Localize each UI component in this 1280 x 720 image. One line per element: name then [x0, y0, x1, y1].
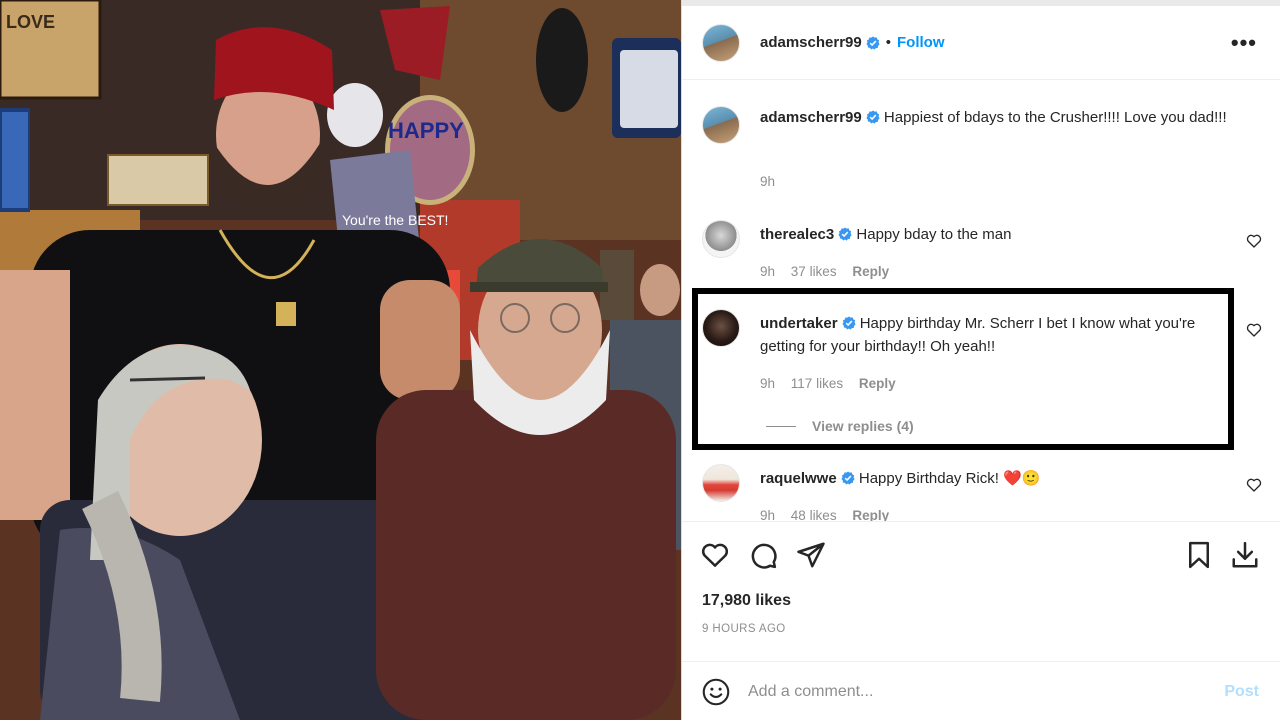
balloon-sign-text: You're the BEST!: [342, 212, 448, 228]
comment-item: undertaker Happy birthday Mr. Scherr I b…: [702, 309, 1262, 439]
comment-meta: 9h 48 likes Reply: [760, 508, 901, 522]
commenter-avatar[interactable]: [702, 220, 740, 258]
heart-icon[interactable]: [700, 540, 730, 570]
comment-item: raquelwwe Happy Birthday Rick! ❤️🙂 9h 48…: [702, 464, 1262, 522]
caption-avatar[interactable]: [702, 106, 740, 144]
verified-badge-icon: [866, 35, 880, 50]
photo-illustration: LOVE HAPPY You're the BEST!: [0, 0, 681, 720]
commenter-avatar[interactable]: [702, 309, 740, 347]
comments-list[interactable]: adamscherr99 Happiest of bdays to the Cr…: [682, 80, 1280, 522]
comment-meta: 9h 37 likes Reply: [760, 264, 901, 279]
likes-count[interactable]: 17,980 likes: [702, 592, 791, 610]
post-panel: adamscherr99 • Follow ••• adamscherr99 H…: [681, 0, 1280, 720]
post-header: adamscherr99 • Follow •••: [682, 6, 1280, 80]
author-username[interactable]: adamscherr99: [760, 34, 862, 51]
caption-meta: 9h: [760, 174, 787, 189]
comment-body: raquelwwe Happy Birthday Rick! ❤️🙂: [760, 467, 1230, 490]
comment-username[interactable]: raquelwwe: [760, 470, 837, 487]
like-comment-heart-icon[interactable]: [1246, 322, 1262, 338]
comment-username[interactable]: therealec3: [760, 226, 834, 243]
comment-time: 9h: [760, 508, 776, 522]
commenter-avatar[interactable]: [702, 464, 740, 502]
comment-meta: 9h 117 likes Reply: [760, 376, 908, 391]
like-comment-heart-icon[interactable]: [1246, 477, 1262, 493]
verified-badge-icon: [866, 110, 880, 124]
comment-item: therealec3 Happy bday to the man 9h 37 l…: [702, 220, 1262, 290]
post-comment-button[interactable]: Post: [1224, 683, 1259, 701]
post-photo: LOVE HAPPY You're the BEST!: [0, 0, 681, 720]
separator-dot: •: [885, 34, 891, 51]
comment-body: therealec3 Happy bday to the man: [760, 223, 1230, 246]
author-avatar[interactable]: [702, 23, 740, 62]
comment-username[interactable]: undertaker: [760, 315, 838, 332]
reply-button[interactable]: Reply: [852, 264, 889, 279]
verified-badge-icon: [841, 316, 856, 330]
caption-body: adamscherr99 Happiest of bdays to the Cr…: [760, 106, 1230, 129]
post-time-ago: 9 HOURS AGO: [702, 623, 786, 635]
comment-text: Happy Birthday Rick!: [858, 470, 1004, 487]
reply-button[interactable]: Reply: [859, 376, 896, 391]
add-comment-bar: Post: [682, 661, 1280, 720]
comment-time: 9h: [760, 376, 776, 391]
comment-body: undertaker Happy birthday Mr. Scherr I b…: [760, 312, 1230, 358]
bar-sign-text: LOVE: [6, 12, 55, 32]
comment-bubble-icon[interactable]: [748, 540, 778, 570]
more-options-icon[interactable]: •••: [1231, 30, 1257, 56]
reply-button[interactable]: Reply: [852, 508, 889, 522]
view-replies-button[interactable]: View replies (4): [766, 418, 914, 434]
comment-likes[interactable]: 48 likes: [791, 508, 837, 522]
comment-likes[interactable]: 37 likes: [791, 264, 837, 279]
download-icon[interactable]: [1230, 540, 1260, 570]
bookmark-icon[interactable]: [1184, 540, 1214, 570]
like-comment-heart-icon[interactable]: [1246, 233, 1262, 249]
caption-username[interactable]: adamscherr99: [760, 109, 862, 126]
comment-time: 9h: [760, 264, 776, 279]
view-replies-label: View replies (4): [812, 418, 914, 434]
balloon-text: HAPPY: [388, 118, 464, 143]
paper-plane-icon[interactable]: [796, 540, 826, 570]
author-info: adamscherr99 • Follow: [760, 34, 945, 51]
verified-badge-icon: [841, 471, 855, 485]
post-actions: 17,980 likes 9 HOURS AGO: [682, 521, 1280, 661]
comment-text: Happy bday to the man: [856, 226, 1012, 243]
verified-badge-icon: [838, 227, 852, 241]
comment-likes[interactable]: 117 likes: [791, 376, 843, 391]
comment-emoji: ❤️🙂: [1003, 470, 1041, 487]
caption: adamscherr99 Happiest of bdays to the Cr…: [702, 106, 1262, 196]
smiley-icon[interactable]: [702, 678, 730, 706]
caption-text: Happiest of bdays to the Crusher!!!! Lov…: [883, 109, 1227, 126]
comment-input[interactable]: [748, 674, 1188, 710]
caption-time: 9h: [760, 174, 776, 189]
view-replies-line: [766, 425, 796, 427]
follow-button[interactable]: Follow: [897, 34, 945, 51]
